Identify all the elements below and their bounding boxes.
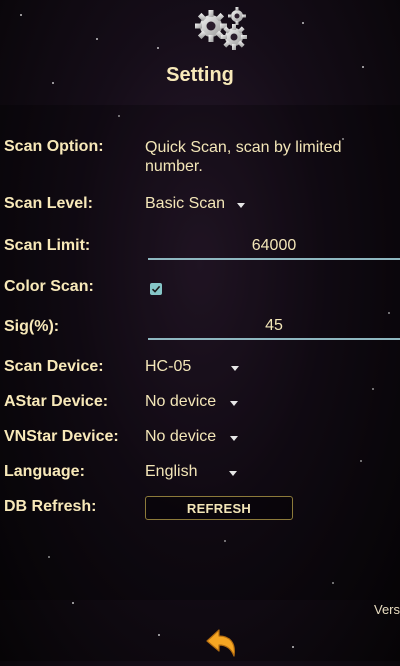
scan-limit-value: 64000 [251, 237, 297, 254]
language-label: Language: [4, 463, 85, 480]
refresh-button[interactable]: REFRESH [145, 496, 293, 520]
vnstar-device-dropdown[interactable]: No device [145, 426, 239, 448]
gears-icon [193, 6, 251, 56]
language-value: English [145, 463, 198, 480]
scan-device-label: Scan Device: [4, 358, 104, 375]
back-arrow-icon [206, 629, 235, 657]
chevron-down-icon [229, 470, 238, 476]
scan-device-dropdown[interactable]: HC-05 [145, 356, 240, 378]
db-refresh-label: DB Refresh: [4, 498, 97, 515]
sig-label: Sig(%): [4, 318, 60, 335]
sig-input[interactable]: 45 [148, 312, 400, 340]
chevron-down-icon [230, 435, 239, 441]
vnstar-device-value: No device [145, 428, 217, 445]
vnstar-device-label: VNStar Device: [4, 428, 119, 445]
scan-option-label: Scan Option: [4, 138, 104, 155]
color-scan-checkbox[interactable] [150, 283, 162, 295]
sig-value: 45 [265, 317, 283, 334]
color-scan-label: Color Scan: [4, 278, 94, 295]
astar-device-value: No device [145, 393, 217, 410]
checkmark-icon [151, 285, 161, 293]
settings-panel [0, 105, 400, 600]
chevron-down-icon [231, 365, 240, 371]
scan-level-dropdown[interactable]: Basic Scan [145, 193, 246, 215]
scan-option-value: Quick Scan, scan by limited number. [145, 139, 342, 175]
astar-device-dropdown[interactable]: No device [145, 391, 239, 413]
scan-limit-label: Scan Limit: [4, 237, 91, 254]
astar-device-label: AStar Device: [4, 393, 109, 410]
chevron-down-icon [230, 400, 239, 406]
chevron-down-icon [237, 202, 246, 208]
scan-level-label: Scan Level: [4, 195, 93, 212]
scan-limit-input[interactable]: 64000 [148, 232, 400, 260]
scan-level-value: Basic Scan [145, 195, 226, 212]
scan-device-value: HC-05 [145, 358, 192, 375]
header: Setting [0, 0, 400, 105]
page-title: Setting [166, 64, 234, 86]
version-text: Vers [373, 602, 400, 617]
language-dropdown[interactable]: English [145, 461, 238, 483]
back-button[interactable] [204, 626, 240, 661]
